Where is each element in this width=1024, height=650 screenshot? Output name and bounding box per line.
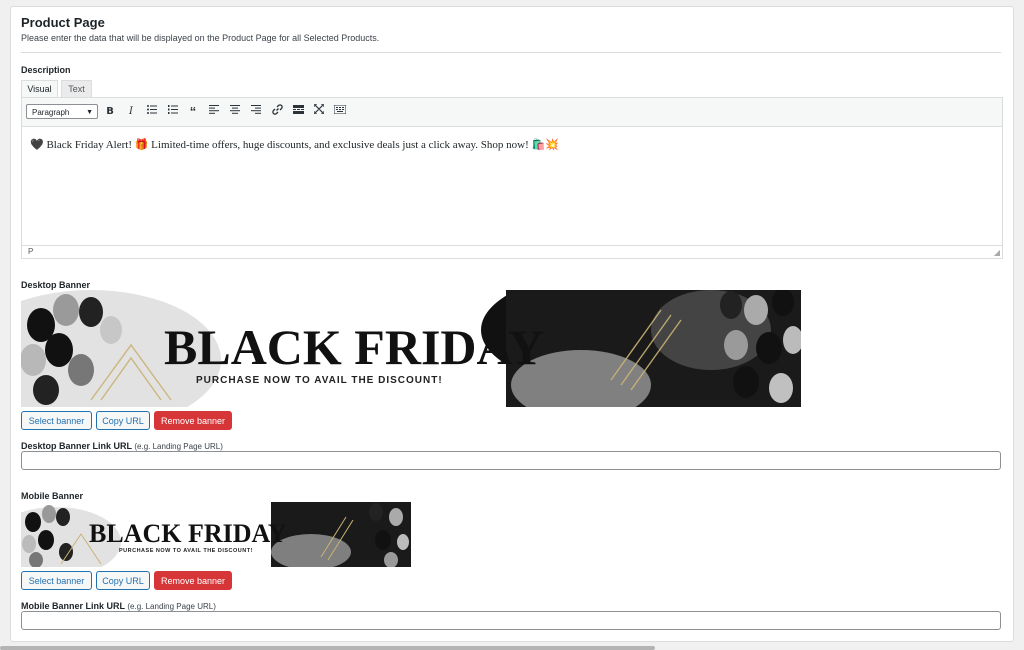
- align-center-icon[interactable]: [227, 104, 243, 120]
- section-subtitle: Please enter the data that will be displ…: [21, 33, 380, 43]
- format-select[interactable]: Paragraph ▼: [26, 104, 98, 119]
- blockquote-icon[interactable]: “: [185, 104, 201, 120]
- mobile-copy-url-button[interactable]: Copy URL: [96, 571, 150, 590]
- element-path: P: [28, 247, 34, 256]
- desktop-copy-url-button[interactable]: Copy URL: [96, 411, 150, 430]
- horizontal-scrollbar[interactable]: [0, 646, 655, 650]
- tab-visual[interactable]: Visual: [21, 80, 58, 98]
- mobile-link-hint: (e.g. Landing Page URL): [127, 602, 216, 611]
- mobile-banner-headline: BLACK FRIDAY: [89, 519, 287, 548]
- link-icon[interactable]: [269, 104, 285, 120]
- numbered-list-icon[interactable]: [165, 104, 181, 120]
- mobile-remove-banner-button[interactable]: Remove banner: [154, 571, 232, 590]
- format-select-value: Paragraph: [32, 108, 70, 117]
- editor-content[interactable]: 🖤 Black Friday Alert! 🎁 Limited-time off…: [30, 138, 559, 151]
- chevron-down-icon: ▼: [86, 109, 93, 116]
- mobile-banner-link-input[interactable]: [21, 611, 1001, 630]
- editor-statusbar: P ◢: [22, 245, 1002, 258]
- divider: [21, 52, 1001, 53]
- desktop-banner-link-input[interactable]: [21, 451, 1001, 470]
- desktop-link-hint: (e.g. Landing Page URL): [134, 442, 223, 451]
- bullet-list-icon[interactable]: [144, 104, 160, 120]
- mobile-select-banner-button[interactable]: Select banner: [21, 571, 92, 590]
- mobile-banner-tagline: PURCHASE NOW TO AVAIL THE DISCOUNT!: [119, 548, 253, 554]
- desktop-remove-banner-button[interactable]: Remove banner: [154, 411, 232, 430]
- read-more-icon[interactable]: [290, 104, 306, 120]
- editor-toolbar: Paragraph ▼ B I “: [22, 98, 1002, 127]
- desktop-banner-label: Desktop Banner: [21, 280, 91, 290]
- desktop-banner-tagline: PURCHASE NOW TO AVAIL THE DISCOUNT!: [196, 375, 443, 386]
- mobile-banner-image: BLACK FRIDAY PURCHASE NOW TO AVAIL THE D…: [21, 502, 411, 567]
- mobile-link-label-text: Mobile Banner Link URL: [21, 601, 125, 611]
- align-left-icon[interactable]: [206, 104, 222, 120]
- desktop-link-label-text: Desktop Banner Link URL: [21, 441, 132, 451]
- toolbar-toggle-icon[interactable]: [332, 104, 348, 120]
- resize-grip-icon[interactable]: ◢: [994, 248, 1000, 257]
- description-editor[interactable]: Paragraph ▼ B I “ 🖤 Black Friday Alert! …: [21, 97, 1003, 259]
- tab-text[interactable]: Text: [61, 80, 92, 98]
- desktop-banner-image: BLACK FRIDAY PURCHASE NOW TO AVAIL THE D…: [21, 290, 801, 407]
- desktop-link-label: Desktop Banner Link URL (e.g. Landing Pa…: [21, 441, 223, 451]
- italic-icon[interactable]: I: [123, 104, 139, 120]
- mobile-link-label: Mobile Banner Link URL (e.g. Landing Pag…: [21, 601, 216, 611]
- mobile-banner-label: Mobile Banner: [21, 491, 84, 501]
- description-label: Description: [21, 65, 71, 75]
- desktop-select-banner-button[interactable]: Select banner: [21, 411, 92, 430]
- bold-icon[interactable]: B: [102, 104, 118, 120]
- fullscreen-icon[interactable]: [311, 103, 327, 120]
- align-right-icon[interactable]: [248, 104, 264, 120]
- product-page-panel: Product Page Please enter the data that …: [10, 6, 1014, 642]
- section-title: Product Page: [21, 15, 105, 30]
- desktop-banner-headline: BLACK FRIDAY: [164, 319, 545, 375]
